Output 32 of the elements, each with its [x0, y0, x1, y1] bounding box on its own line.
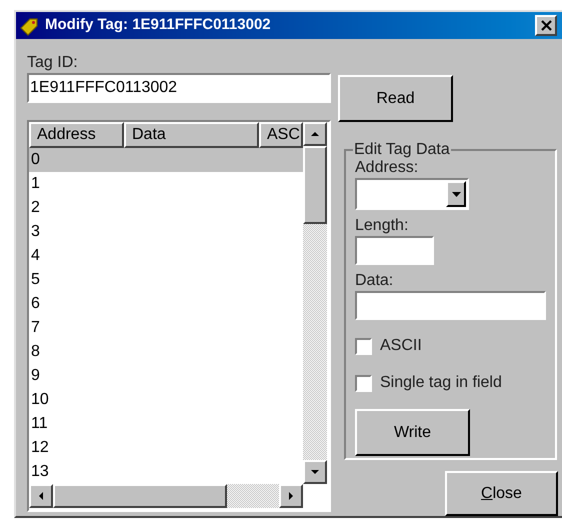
list-row[interactable]: 0: [29, 148, 303, 172]
tag-icon: [19, 16, 39, 36]
scroll-left-icon[interactable]: [29, 484, 53, 508]
data-label: Data:: [355, 271, 394, 291]
checkbox-label: ASCII: [380, 336, 422, 356]
column-header[interactable]: Data: [124, 122, 259, 148]
horizontal-scrollbar[interactable]: [29, 484, 303, 508]
tag-id-label: Tag ID:: [27, 53, 79, 73]
checkbox[interactable]: [355, 338, 372, 354]
tag-id-field[interactable]: 1E911FFFC0113002: [27, 73, 331, 103]
close-button[interactable]: Close: [445, 471, 558, 516]
window-title: Modify Tag: 1E911FFFC0113002: [45, 15, 271, 36]
column-header[interactable]: ASC: [259, 122, 303, 148]
scroll-right-icon[interactable]: [279, 484, 303, 508]
group-title: Edit Tag Data: [353, 140, 451, 160]
data-field[interactable]: [355, 291, 546, 320]
scroll-down-icon[interactable]: [303, 460, 327, 484]
checkbox-label: Single tag in field: [380, 373, 502, 393]
scroll-thumb[interactable]: [53, 484, 227, 508]
checkbox[interactable]: [355, 374, 372, 392]
close-icon[interactable]: [535, 15, 557, 36]
address-label: Address:: [355, 158, 420, 178]
address-dropdown[interactable]: [355, 178, 469, 210]
length-field[interactable]: [355, 236, 434, 265]
scroll-thumb[interactable]: [303, 146, 327, 224]
dropdown-arrow-icon: [452, 192, 460, 196]
column-header[interactable]: Address: [29, 122, 124, 148]
scroll-up-icon[interactable]: [303, 122, 327, 146]
write-button[interactable]: Write: [355, 409, 470, 456]
read-button[interactable]: Read: [338, 75, 453, 122]
vertical-scrollbar[interactable]: [303, 122, 327, 484]
length-label: Length:: [355, 216, 410, 236]
